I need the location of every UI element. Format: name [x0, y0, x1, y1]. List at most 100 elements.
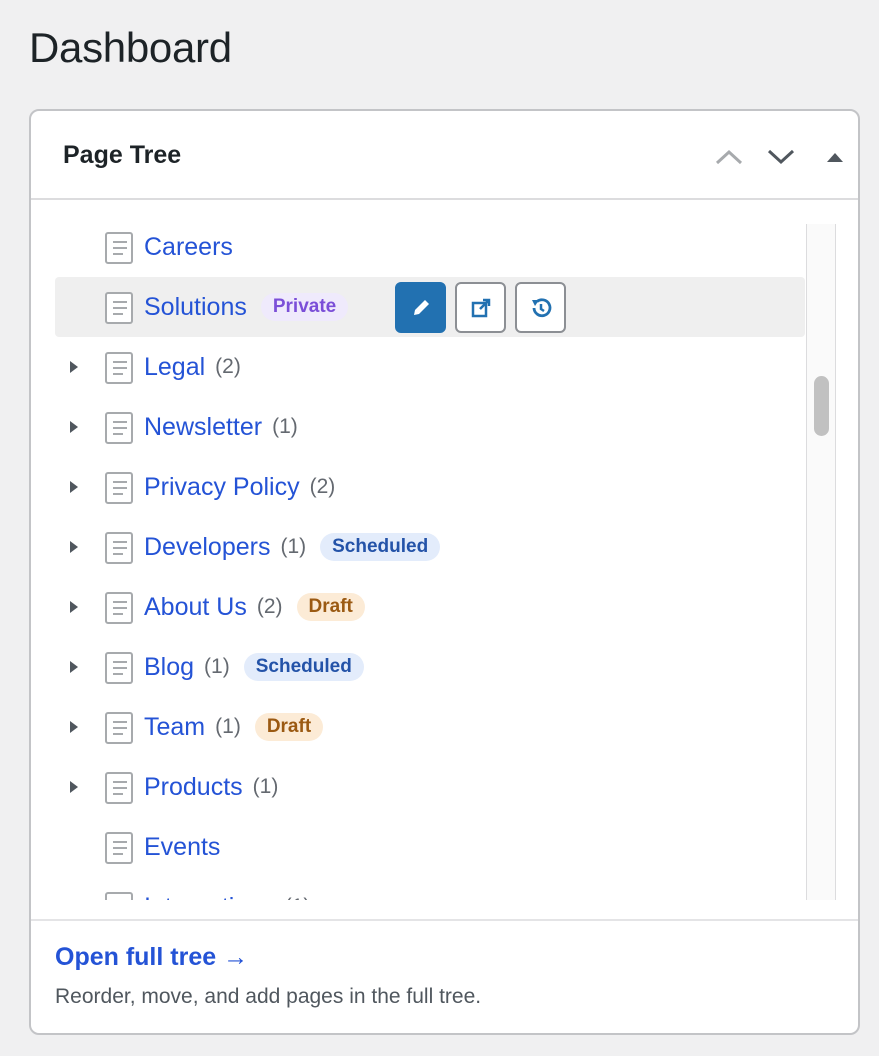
- page-icon: [105, 832, 133, 864]
- caret-right-icon: [70, 601, 78, 613]
- caret-up-icon: [827, 153, 843, 162]
- page-tree-widget: Page Tree Careers Solutions Private Legal (2…: [29, 109, 860, 1035]
- tree-row[interactable]: Blog (1) Scheduled: [55, 637, 805, 697]
- pencil-icon: [410, 297, 432, 319]
- tree-row[interactable]: Products (1): [55, 757, 805, 817]
- page-link[interactable]: Careers: [144, 233, 233, 262]
- row-label-group: Legal (2): [144, 337, 241, 397]
- page-link[interactable]: Events: [144, 833, 220, 862]
- move-down-button[interactable]: [763, 139, 799, 175]
- expand-toggle[interactable]: [67, 479, 81, 495]
- child-count: (2): [215, 355, 241, 378]
- row-label-group: Careers: [144, 217, 233, 277]
- status-badge: Draft: [254, 713, 324, 741]
- row-label-group: Newsletter (1): [144, 397, 298, 457]
- row-label-group: Events: [144, 817, 220, 877]
- page-icon: [105, 232, 133, 264]
- external-link-icon: [470, 297, 492, 319]
- expand-toggle[interactable]: [67, 599, 81, 615]
- widget-title: Page Tree: [63, 141, 182, 169]
- caret-right-icon: [70, 421, 78, 433]
- scrollbar-thumb[interactable]: [814, 376, 829, 436]
- page-link[interactable]: Legal: [144, 353, 205, 382]
- expand-toggle[interactable]: [67, 539, 81, 555]
- row-label-group: Team (1) Draft: [144, 697, 324, 757]
- page-link[interactable]: Team: [144, 713, 205, 742]
- tree-row[interactable]: Solutions Private: [55, 277, 805, 337]
- revisions-button[interactable]: [515, 282, 566, 333]
- edit-button[interactable]: [395, 282, 446, 333]
- page-icon: [105, 292, 133, 324]
- chevron-up-icon: [715, 149, 743, 165]
- view-button[interactable]: [455, 282, 506, 333]
- row-label-group: About Us (2) Draft: [144, 577, 365, 637]
- chevron-down-icon: [767, 149, 795, 165]
- collapse-panel-button[interactable]: [817, 139, 853, 175]
- expand-toggle[interactable]: [67, 659, 81, 675]
- page-icon: [105, 472, 133, 504]
- scrollbar[interactable]: [806, 224, 836, 900]
- caret-right-icon: [70, 481, 78, 493]
- child-count: (2): [256, 595, 283, 618]
- child-count: (1): [204, 655, 230, 678]
- widget-footer: Open full tree → Reorder, move, and add …: [31, 919, 858, 1033]
- tree-row[interactable]: About Us (2) Draft: [55, 577, 805, 637]
- caret-right-icon: [70, 661, 78, 673]
- page-icon: [105, 532, 133, 564]
- row-label-group: Privacy Policy (2): [144, 457, 335, 517]
- page-icon: [105, 772, 133, 804]
- tree-row[interactable]: Careers: [55, 217, 805, 277]
- child-count: (2): [309, 475, 336, 498]
- child-count: (1): [272, 415, 298, 438]
- widget-header: Page Tree: [31, 111, 858, 200]
- page-link[interactable]: Privacy Policy: [144, 473, 300, 502]
- caret-right-icon: [70, 541, 78, 553]
- page-icon: [105, 652, 133, 684]
- expand-toggle[interactable]: [67, 779, 81, 795]
- row-label-group: Solutions Private: [144, 277, 349, 337]
- caret-right-icon: [70, 781, 78, 793]
- status-badge: Scheduled: [320, 533, 441, 561]
- open-full-tree-link[interactable]: Open full tree →: [55, 943, 248, 972]
- page-link[interactable]: Integrations: [144, 893, 275, 901]
- tree-row[interactable]: Team (1) Draft: [55, 697, 805, 757]
- child-count: (1): [215, 715, 241, 738]
- page-icon: [105, 412, 133, 444]
- page-link[interactable]: Blog: [144, 653, 194, 682]
- tree-row[interactable]: Integrations (1): [55, 877, 805, 900]
- page-link[interactable]: Solutions: [144, 293, 247, 322]
- page-link[interactable]: About Us: [144, 593, 247, 622]
- page-icon: [105, 592, 133, 624]
- tree-row[interactable]: Newsletter (1): [55, 397, 805, 457]
- expand-toggle[interactable]: [67, 359, 81, 375]
- child-count: (1): [285, 895, 311, 900]
- move-up-button[interactable]: [711, 139, 747, 175]
- caret-right-icon: [70, 361, 78, 373]
- page-link[interactable]: Developers: [144, 533, 270, 562]
- page-icon: [105, 892, 133, 900]
- status-badge: Private: [260, 293, 349, 321]
- page-icon: [105, 352, 133, 384]
- tree-row[interactable]: Events: [55, 817, 805, 877]
- history-icon: [529, 296, 553, 320]
- footer-description: Reorder, move, and add pages in the full…: [55, 985, 482, 1008]
- tree-row[interactable]: Privacy Policy (2): [55, 457, 805, 517]
- expand-toggle[interactable]: [67, 719, 81, 735]
- page-link[interactable]: Products: [144, 773, 243, 802]
- page-link[interactable]: Newsletter: [144, 413, 262, 442]
- row-actions: [395, 282, 566, 333]
- child-count: (1): [280, 535, 307, 558]
- caret-right-icon: [70, 721, 78, 733]
- expand-toggle[interactable]: [67, 899, 81, 900]
- status-badge: Scheduled: [243, 653, 364, 681]
- child-count: (1): [252, 775, 279, 798]
- page-title: Dashboard: [29, 24, 232, 71]
- row-label-group: Blog (1) Scheduled: [144, 637, 364, 697]
- status-badge: Draft: [296, 593, 365, 621]
- expand-toggle[interactable]: [67, 419, 81, 435]
- row-label-group: Developers (1) Scheduled: [144, 517, 441, 577]
- tree-row[interactable]: Developers (1) Scheduled: [55, 517, 805, 577]
- tree-row[interactable]: Legal (2): [55, 337, 805, 397]
- row-label-group: Integrations (1): [144, 877, 311, 901]
- page-tree[interactable]: Careers Solutions Private Legal (2) Newslette…: [31, 200, 858, 900]
